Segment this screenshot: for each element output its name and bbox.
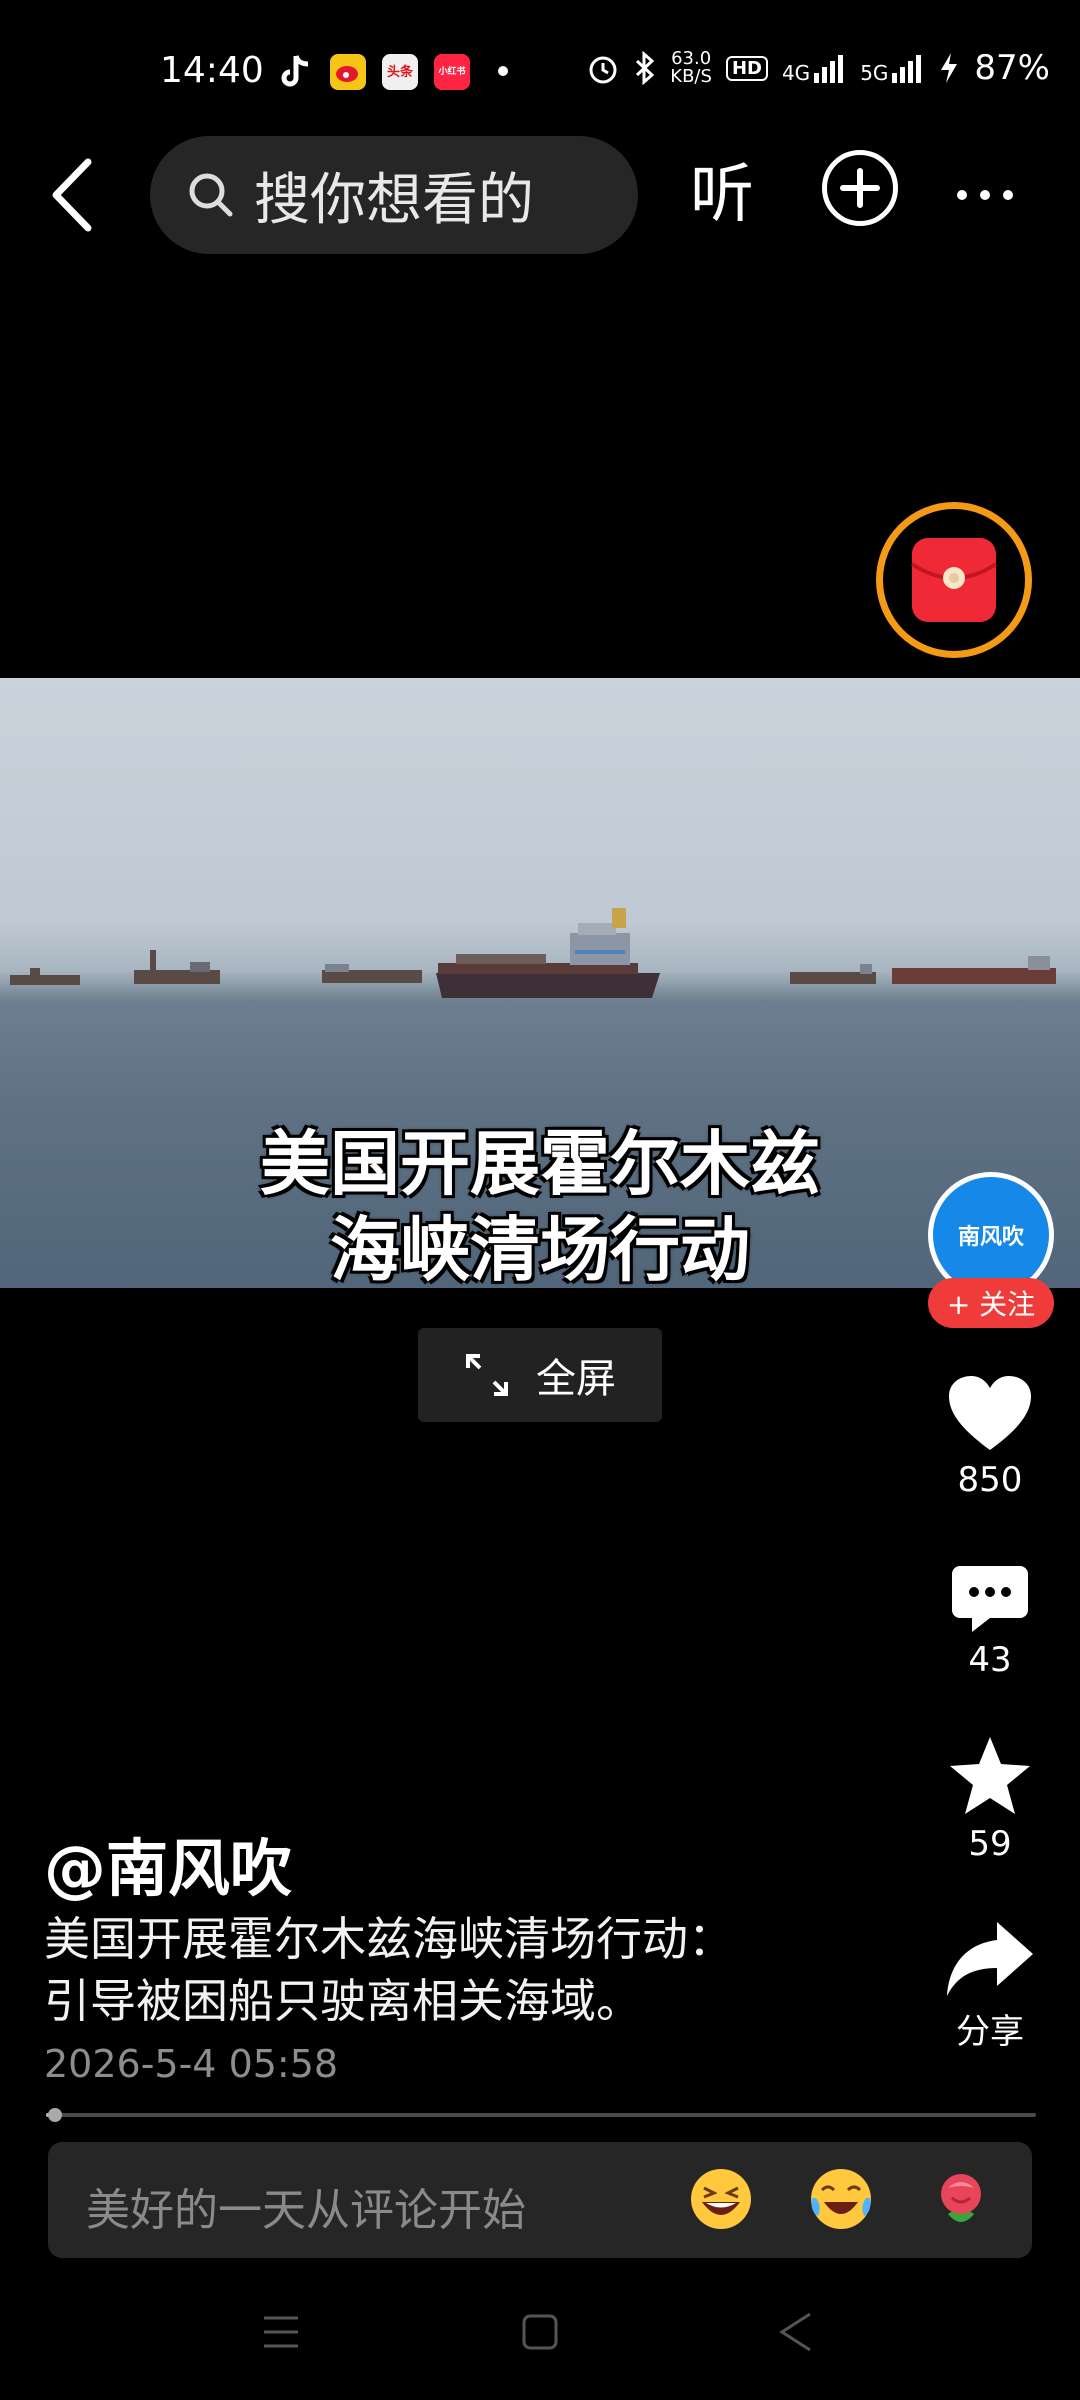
battery-percent: 87% — [974, 48, 1050, 88]
video-caption-line-2: 海峡清场行动 — [330, 1209, 750, 1288]
back-nav-icon[interactable] — [776, 2310, 816, 2354]
like-count: 850 — [957, 1460, 1023, 1500]
status-indicators: 63.0 KB/S HD 4G 5G 87% — [586, 48, 1050, 88]
hd-voice-icon: HD — [725, 55, 768, 81]
comment-icon — [952, 1566, 1028, 1632]
like-button[interactable]: 850 — [915, 1374, 1065, 1500]
notification-dot-icon — [498, 66, 508, 76]
alarm-icon — [589, 56, 617, 84]
status-bar: 14:40 头条 小红书 63.0 KB/S HD 4G 5G 87% — [0, 0, 1080, 130]
share-label: 分享 — [956, 2012, 1024, 2052]
red-envelope-icon — [910, 538, 998, 622]
share-button[interactable]: 分享 — [915, 1918, 1065, 2053]
net-speed: 63.0 KB/S — [670, 48, 712, 87]
search-placeholder: 搜你想看的 — [254, 167, 534, 233]
video-frame[interactable]: 美国开展霍尔木兹 海峡清场行动 — [0, 678, 1080, 1288]
fullscreen-button[interactable]: 全屏 — [418, 1328, 662, 1422]
more-options-button[interactable] — [950, 165, 1020, 225]
bluetooth-icon — [636, 51, 655, 85]
add-button[interactable] — [822, 150, 898, 226]
star-icon — [950, 1737, 1030, 1814]
post-date: 2026-5-4 05:58 — [44, 2042, 339, 2086]
search-bar[interactable]: 搜你想看的 — [150, 136, 638, 254]
menu-nav-icon[interactable] — [260, 2310, 302, 2354]
heart-icon — [949, 1376, 1031, 1450]
weibo-icon — [330, 54, 366, 90]
xiaohongshu-icon: 小红书 — [434, 54, 470, 90]
comment-button[interactable]: 43 — [915, 1564, 1065, 1680]
share-arrow-icon — [947, 1922, 1033, 1996]
author-handle[interactable]: @南风吹 — [44, 1818, 292, 1908]
expand-icon — [466, 1354, 508, 1396]
comment-count: 43 — [968, 1640, 1012, 1680]
signal-5g-icon: 5G — [860, 53, 924, 83]
comment-placeholder: 美好的一天从评论开始 — [86, 2185, 526, 2236]
crying-laughing-emoji-icon[interactable] — [808, 2166, 874, 2232]
search-icon — [189, 173, 233, 217]
tiktok-icon — [281, 55, 309, 87]
back-button[interactable] — [40, 150, 110, 240]
video-progress-knob[interactable] — [48, 2108, 62, 2122]
rose-emoji-icon[interactable] — [928, 2166, 994, 2232]
post-description-line-2: 引导被困船只驶离相关海域。 — [44, 1974, 642, 2028]
plus-icon — [840, 168, 880, 208]
status-time: 14:40 — [160, 50, 264, 91]
listen-button[interactable]: 听 — [690, 150, 754, 240]
comment-input[interactable]: 美好的一天从评论开始 — [48, 2142, 1032, 2258]
signal-4g-icon: 4G — [782, 53, 846, 83]
toutiao-icon: 头条 — [382, 54, 418, 90]
favorite-count: 59 — [968, 1824, 1012, 1864]
video-progress-bar[interactable] — [46, 2113, 1036, 2117]
post-description: 美国开展霍尔木兹海峡清场行动： 引导被困船只驶离相关海域。 — [44, 1908, 734, 2032]
favorite-button[interactable]: 59 — [915, 1734, 1065, 1864]
home-nav-icon[interactable] — [520, 2310, 560, 2354]
fullscreen-label: 全屏 — [536, 1356, 616, 1402]
red-packet-button[interactable] — [876, 502, 1032, 658]
post-description-line-1: 美国开展霍尔木兹海峡清场行动： — [44, 1912, 734, 1966]
laughing-emoji-icon[interactable] — [688, 2166, 754, 2232]
follow-button[interactable]: + 关注 — [928, 1278, 1054, 1328]
charging-icon — [941, 53, 958, 83]
